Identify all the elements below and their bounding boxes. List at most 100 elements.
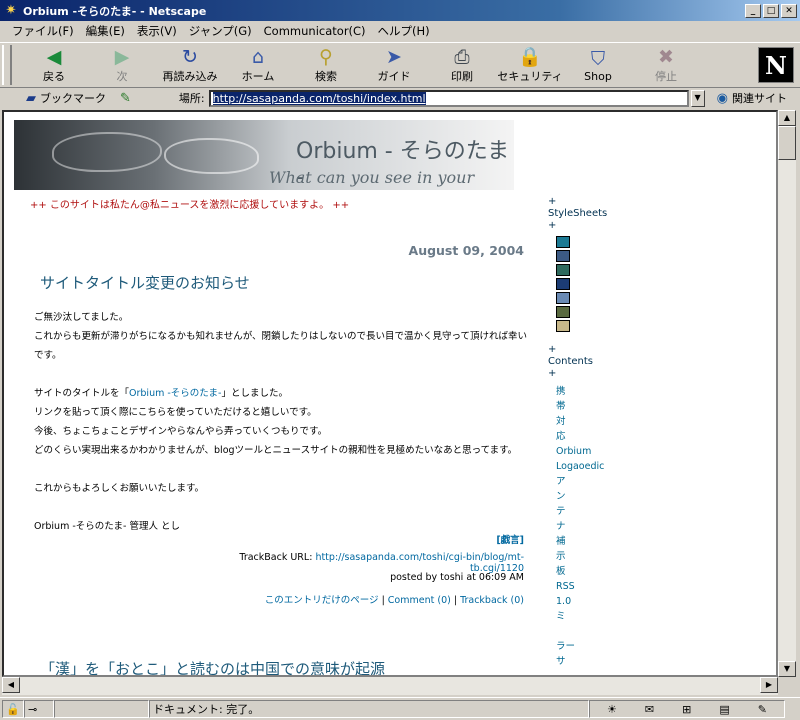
print-button[interactable]: ⎙ 印刷: [428, 44, 496, 86]
guide-icon: ➤: [386, 46, 402, 68]
sidebar-content-link[interactable]: [556, 624, 618, 639]
url-input[interactable]: http://sasapanda.com/toshi/index.html: [208, 89, 689, 107]
trackback-label: TrackBack URL:: [239, 552, 313, 563]
stylesheet-swatch[interactable]: [556, 320, 570, 332]
sidebar-content-link[interactable]: ア: [556, 474, 618, 489]
sidebar-content-link[interactable]: 対: [556, 414, 618, 429]
menu-file[interactable]: ファイル(F): [6, 23, 80, 39]
vertical-scrollbar[interactable]: ▲ ▼: [778, 110, 796, 677]
entry-comment-link-row: [戯言]: [204, 532, 524, 546]
stylesheet-swatch[interactable]: [556, 292, 570, 304]
posted-by: posted by toshi at 06:09 AM: [390, 572, 524, 583]
menu-view[interactable]: 表示(V): [131, 23, 183, 39]
sidebar: + StyleSheets + + Contents + 携帯対応 Orbium L…: [548, 196, 618, 669]
home-button[interactable]: ⌂ ホーム: [224, 44, 292, 86]
guide-label: ガイド: [377, 70, 411, 83]
back-button[interactable]: ◀ 戻る: [20, 44, 88, 86]
menu-go[interactable]: ジャンプ(G): [183, 23, 258, 39]
sidebar-content-link[interactable]: ン: [556, 489, 618, 504]
url-dropdown-button[interactable]: ▼: [690, 89, 705, 107]
toolbar-grip[interactable]: [2, 45, 12, 85]
category-link[interactable]: [戯言]: [496, 535, 524, 546]
address-book-icon[interactable]: ▤: [719, 703, 729, 716]
related-sites-label: 関連サイト: [731, 92, 787, 105]
sidebar-content-link[interactable]: 板: [556, 564, 618, 579]
stylesheet-swatch[interactable]: [556, 250, 570, 262]
paragraph: 今後、ちょこちょことデザインやらなんやら弄っていくつもりです。: [34, 426, 328, 437]
support-notice[interactable]: ++ このサイトは私たん@私ニュースを激烈に応援していますよ。 ++: [30, 196, 349, 211]
entry-title: サイトタイトル変更のお知らせ: [40, 274, 250, 292]
stylesheet-swatch[interactable]: [556, 306, 570, 318]
navigation-toolbar: ◀ 戻る ▶ 次 ↻ 再読み込み ⌂ ホーム ⚲ 検索 ➤ ガイド ⎙ 印刷 🔒 セキュリティ …: [0, 42, 800, 88]
sidebar-content-link[interactable]: 応: [556, 429, 618, 444]
mail-icon[interactable]: ✉: [645, 703, 654, 716]
sidebar-content-link[interactable]: 携: [556, 384, 618, 399]
bookmarks-button[interactable]: ▰ ブックマーク: [26, 90, 106, 106]
bookmarks-label: ブックマーク: [40, 92, 106, 105]
maximize-button[interactable]: □: [763, 3, 779, 18]
sidebar-content-link[interactable]: ミ: [556, 609, 618, 624]
stop-icon: ✖: [658, 46, 674, 68]
forward-label: 次: [116, 70, 128, 83]
menu-help[interactable]: ヘルプ(H): [372, 23, 436, 39]
sidebar-content-link[interactable]: ナ: [556, 519, 618, 534]
sidebar-content-link[interactable]: 補: [556, 534, 618, 549]
security-lock-icon[interactable]: 🔓: [2, 700, 24, 718]
online-status-icon[interactable]: ⊸: [24, 700, 54, 718]
netscape-app-icon: ✷: [5, 3, 17, 18]
security-button[interactable]: 🔒 セキュリティ: [496, 44, 564, 86]
scroll-left-button[interactable]: ◀: [2, 677, 20, 693]
menu-communicator[interactable]: Communicator(C): [258, 24, 372, 38]
comment-link[interactable]: Comment (0): [388, 595, 451, 606]
related-sites-button[interactable]: ◉ 関連サイト: [717, 90, 787, 106]
sidebar-content-link[interactable]: サ: [556, 654, 618, 669]
site-banner[interactable]: Orbium - そらのたま - What can you see in you…: [14, 120, 514, 190]
stylesheet-swatch[interactable]: [556, 264, 570, 276]
scroll-up-button[interactable]: ▲: [778, 110, 796, 126]
entry-links-row: このエントリだけのページ | Comment (0) | Trackback (…: [264, 595, 524, 606]
print-label: 印刷: [451, 70, 473, 83]
page-viewport: Orbium - そらのたま - What can you see in you…: [2, 110, 778, 677]
trackback-link[interactable]: Trackback (0): [460, 595, 524, 606]
guide-button[interactable]: ➤ ガイド: [360, 44, 428, 86]
groups-icon[interactable]: ⊞: [682, 703, 691, 716]
paragraph: リンクを貼って頂く際にこちらを使っていただけると嬉しいです。: [34, 407, 317, 418]
sidebar-content-link[interactable]: 1.0: [556, 594, 618, 609]
scroll-down-button[interactable]: ▼: [778, 661, 796, 677]
sidebar-content-link[interactable]: テ: [556, 504, 618, 519]
reload-button[interactable]: ↻ 再読み込み: [156, 44, 224, 86]
search-button[interactable]: ⚲ 検索: [292, 44, 360, 86]
sidebar-content-link[interactable]: Logaoedic: [556, 459, 618, 474]
sidebar-content-link[interactable]: RSS: [556, 579, 618, 594]
site-title-link[interactable]: Orbium -そらのたま-: [129, 388, 221, 399]
stop-button[interactable]: ✖ 停止: [632, 44, 700, 86]
shop-button[interactable]: ⛉ Shop: [564, 44, 632, 86]
forward-button[interactable]: ▶ 次: [88, 44, 156, 86]
glasses-lens-right: [164, 138, 259, 174]
location-bar: ▰ ブックマーク ✎ 場所: http://sasapanda.com/tosh…: [0, 88, 800, 108]
stop-label: 停止: [655, 70, 677, 83]
sidebar-content-link[interactable]: 帯: [556, 399, 618, 414]
reload-icon: ↻: [182, 46, 198, 68]
navigator-icon[interactable]: ☀: [607, 703, 617, 716]
trackback-url-link[interactable]: http://sasapanda.com/toshi/cgi-bin/blog/…: [315, 552, 524, 574]
menu-edit[interactable]: 編集(E): [80, 23, 131, 39]
scroll-right-button[interactable]: ▶: [760, 677, 778, 693]
permalink-link[interactable]: このエントリだけのページ: [265, 595, 379, 606]
vertical-scroll-thumb[interactable]: [778, 126, 796, 160]
shop-bag-icon: ⛉: [590, 47, 606, 70]
sidebar-content-link[interactable]: ラー: [556, 639, 618, 654]
horizontal-scrollbar[interactable]: ◀ ▶: [2, 677, 778, 695]
stylesheet-swatch[interactable]: [556, 278, 570, 290]
sidebar-content-link[interactable]: Orbium: [556, 444, 618, 459]
sidebar-content-link[interactable]: 示: [556, 549, 618, 564]
shop-label: Shop: [584, 69, 612, 83]
paragraph: サイトのタイトルを「Orbium -そらのたま-」としました。: [34, 388, 288, 399]
minimize-button[interactable]: _: [745, 3, 761, 18]
stylesheet-swatch[interactable]: [556, 236, 570, 248]
page-proxy-icon[interactable]: ✎: [120, 91, 131, 106]
sidebar-plus: +: [548, 220, 557, 231]
paragraph: どのくらい実現出来るかわかりませんが、blogツールとニュースサイトの親和性を見…: [34, 445, 518, 456]
composer-icon[interactable]: ✎: [758, 703, 767, 716]
close-button[interactable]: ✕: [781, 3, 797, 18]
